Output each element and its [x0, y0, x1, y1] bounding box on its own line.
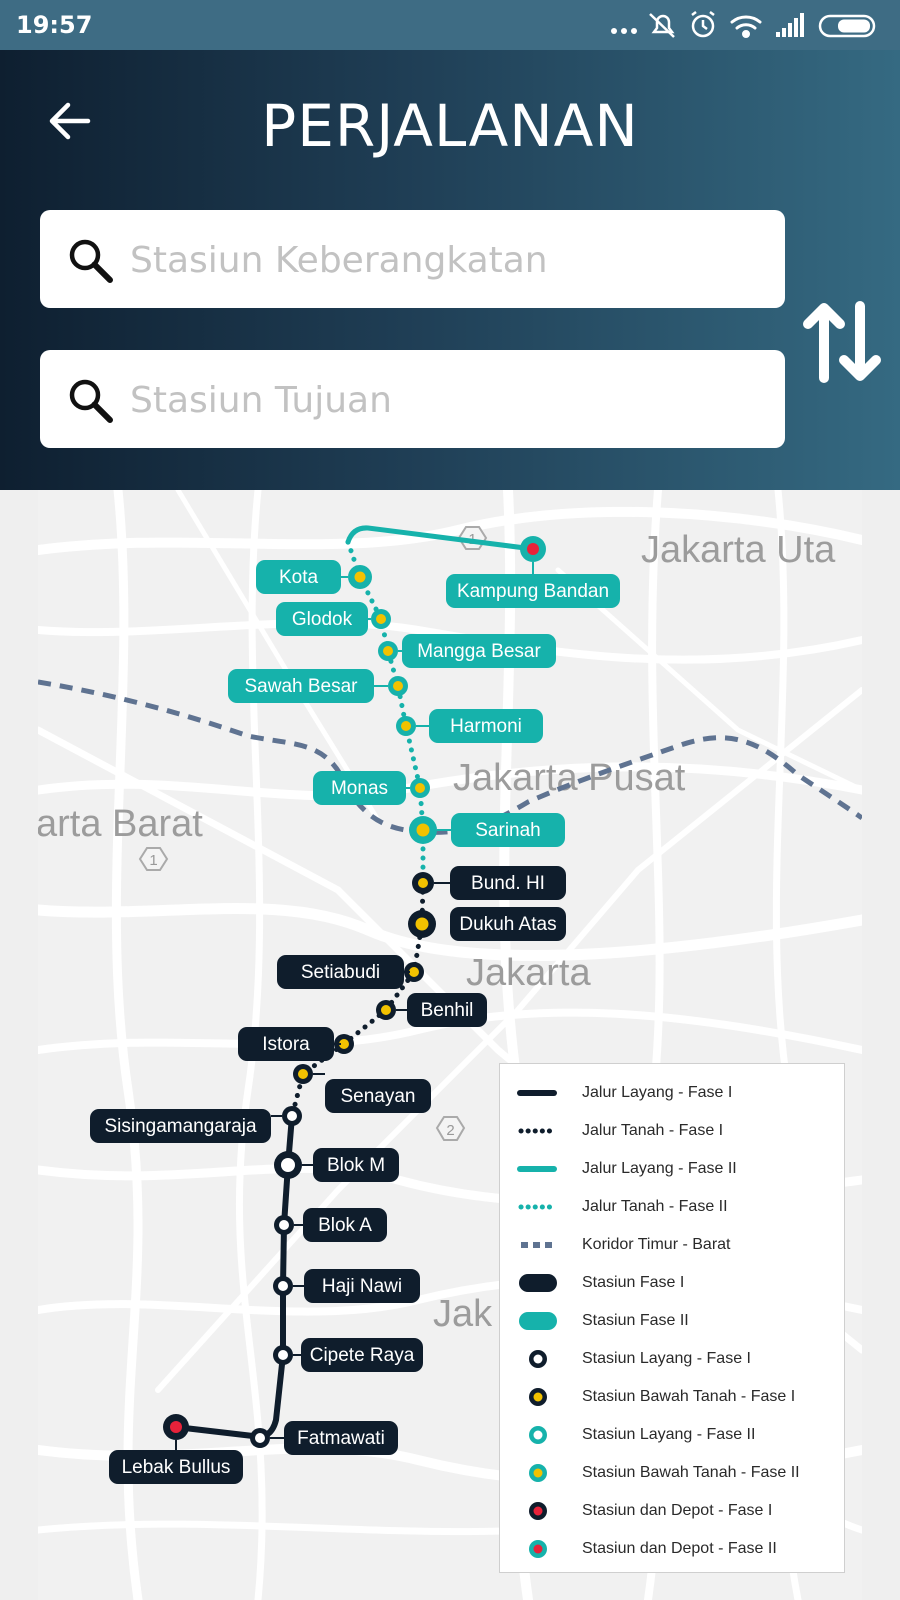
destination-field[interactable]: [40, 350, 785, 448]
station-dot-icon: [529, 1426, 547, 1444]
station-blok-a[interactable]: Blok A: [303, 1208, 387, 1242]
svg-text:Haji Nawi: Haji Nawi: [322, 1276, 402, 1297]
svg-text:Lebak Bullus: Lebak Bullus: [122, 1457, 231, 1478]
svg-text:Benhil: Benhil: [421, 1000, 474, 1021]
signal-icon: [776, 13, 804, 37]
legend-item: Stasiun dan Depot - Fase II: [500, 1531, 844, 1568]
legend-item: Jalur Tanah - Fase II: [500, 1189, 844, 1226]
search-icon: [69, 239, 113, 283]
status-time: 19:57: [16, 11, 93, 39]
svg-text:Kampung Bandan: Kampung Bandan: [457, 581, 609, 602]
mute-icon: [649, 13, 675, 38]
station-kampung-bandan[interactable]: Kampung Bandan: [446, 574, 620, 608]
swap-stations-icon[interactable]: [800, 298, 884, 386]
legend-item: Jalur Layang - Fase I: [500, 1075, 844, 1112]
solid-line-icon: [517, 1090, 557, 1096]
legend-item: Stasiun Layang - Fase I: [500, 1341, 844, 1378]
station-blok-m[interactable]: Blok M: [313, 1148, 399, 1182]
svg-text:Fatmawati: Fatmawati: [297, 1428, 385, 1449]
pill-icon: [519, 1274, 557, 1292]
status-bar: 19:57: [0, 0, 900, 50]
pill-icon: [519, 1312, 557, 1330]
legend-item: Stasiun Bawah Tanah - Fase II: [500, 1455, 844, 1492]
status-icons: [611, 11, 876, 38]
station-dot-icon: [529, 1464, 547, 1482]
svg-text:1: 1: [149, 852, 157, 869]
station-dukuh-atas[interactable]: Dukuh Atas: [450, 907, 566, 941]
svg-text:Sisingamangaraja: Sisingamangaraja: [104, 1116, 257, 1137]
district-label: Jak: [433, 1293, 493, 1335]
legend-item: Stasiun dan Depot - Fase I: [500, 1493, 844, 1530]
svg-text:Cipete Raya: Cipete Raya: [310, 1345, 415, 1366]
header: PERJALANAN: [0, 50, 900, 490]
svg-text:Dukuh Atas: Dukuh Atas: [459, 914, 556, 935]
svg-text:Setiabudi: Setiabudi: [301, 962, 380, 983]
station-lebak-bullus[interactable]: Lebak Bullus: [109, 1450, 243, 1484]
station-mangga-besar[interactable]: Mangga Besar: [402, 634, 556, 668]
svg-text:Monas: Monas: [331, 778, 388, 799]
alarm-icon: [691, 11, 715, 38]
legend-item: Koridor Timur - Barat: [500, 1227, 844, 1264]
destination-input[interactable]: [128, 370, 762, 430]
svg-text:Bund. HI: Bund. HI: [471, 873, 545, 894]
solid-line-icon: [517, 1166, 557, 1172]
station-sisingamangaraja[interactable]: Sisingamangaraja: [90, 1109, 271, 1143]
station-benhil[interactable]: Benhil: [407, 993, 487, 1027]
station-sawah-besar[interactable]: Sawah Besar: [228, 669, 374, 703]
district-label: Jakarta Uta: [641, 529, 836, 571]
svg-text:Glodok: Glodok: [292, 609, 353, 630]
station-dot-icon: [529, 1502, 547, 1520]
legend-item: Stasiun Bawah Tanah - Fase I: [500, 1379, 844, 1416]
svg-text:Sarinah: Sarinah: [475, 820, 541, 841]
station-fatmawati[interactable]: Fatmawati: [284, 1421, 398, 1455]
dotted-line-icon: [518, 1204, 557, 1210]
station-monas[interactable]: Monas: [313, 771, 406, 805]
station-harmoni[interactable]: Harmoni: [429, 709, 543, 743]
map-legend: Jalur Layang - Fase I Jalur Tanah - Fase…: [499, 1063, 845, 1573]
svg-text:Kota: Kota: [279, 567, 319, 588]
dotted-line-icon: [518, 1128, 557, 1134]
svg-text:Harmoni: Harmoni: [450, 716, 522, 737]
page-title: PERJALANAN: [261, 92, 639, 160]
battery-icon: [818, 14, 876, 38]
station-cipete-raya[interactable]: Cipete Raya: [301, 1338, 423, 1372]
district-label: Jakarta: [466, 952, 591, 994]
svg-text:Blok M: Blok M: [327, 1155, 385, 1176]
svg-text:Sawah Besar: Sawah Besar: [244, 676, 358, 697]
district-label: arta Barat: [38, 803, 203, 845]
more-dots-icon: [611, 28, 637, 34]
station-sarinah[interactable]: Sarinah: [451, 813, 565, 847]
legend-item: Stasiun Layang - Fase II: [500, 1417, 844, 1454]
svg-text:2: 2: [446, 1122, 454, 1139]
station-senayan[interactable]: Senayan: [325, 1079, 431, 1113]
station-dot-icon: [529, 1540, 547, 1558]
svg-text:Istora: Istora: [262, 1034, 310, 1055]
station-haji-nawi[interactable]: Haji Nawi: [304, 1269, 420, 1303]
station-bund-hi[interactable]: Bund. HI: [450, 866, 566, 900]
route-marker: 1: [138, 847, 169, 871]
station-dot-icon: [529, 1350, 547, 1368]
search-icon: [69, 379, 113, 423]
station-setiabudi[interactable]: Setiabudi: [277, 955, 404, 989]
legend-item: Jalur Layang - Fase II: [500, 1151, 844, 1188]
legend-item: Stasiun Fase II: [500, 1303, 844, 1340]
station-istora[interactable]: Istora: [238, 1027, 334, 1061]
svg-text:Blok A: Blok A: [318, 1215, 372, 1236]
legend-item: Jalur Tanah - Fase I: [500, 1113, 844, 1150]
svg-text:Mangga Besar: Mangga Besar: [417, 641, 541, 662]
district-label: Jakarta Pusat: [453, 757, 686, 799]
station-glodok[interactable]: Glodok: [276, 602, 368, 636]
dashed-line-icon: [521, 1242, 554, 1248]
departure-input[interactable]: [128, 230, 762, 290]
departure-field[interactable]: [40, 210, 785, 308]
svg-text:Senayan: Senayan: [340, 1086, 415, 1107]
station-kota[interactable]: Kota: [256, 560, 341, 594]
wifi-icon: [730, 15, 762, 38]
route-marker: 2: [435, 1116, 466, 1141]
legend-item: Stasiun Fase I: [500, 1265, 844, 1302]
station-dot-icon: [529, 1388, 547, 1406]
